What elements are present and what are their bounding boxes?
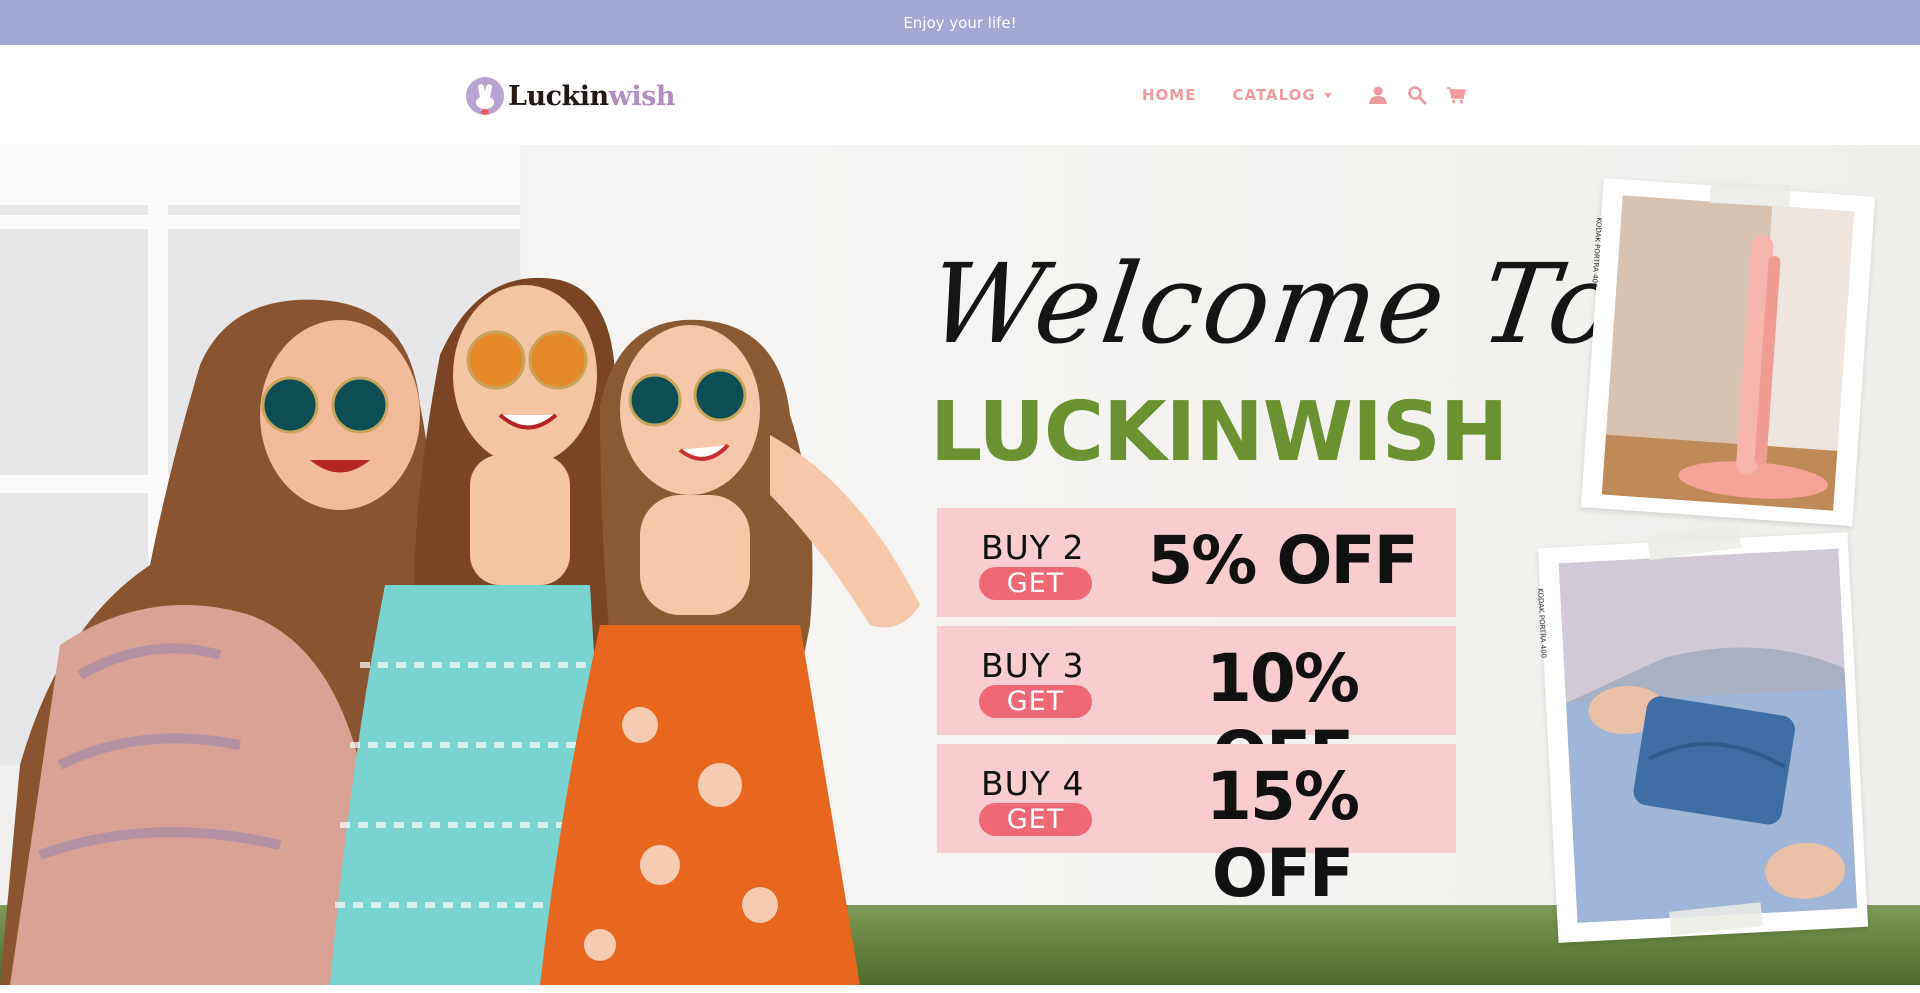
bunny-logo-icon — [466, 77, 504, 115]
nav-catalog[interactable]: CATALOG — [1232, 86, 1332, 104]
logo[interactable]: Luckinwish — [466, 76, 676, 116]
account-icon[interactable] — [1368, 85, 1388, 105]
nav-home[interactable]: HOME — [1142, 86, 1196, 104]
wallet-image — [1558, 548, 1858, 923]
three-women-photo — [0, 277, 920, 985]
offer-buy-2: BUY 2 GET 5% OFF — [937, 508, 1456, 617]
offer-get-pill: GET — [979, 803, 1092, 836]
search-icon[interactable] — [1407, 85, 1427, 105]
logo-text-suffix: wish — [608, 80, 676, 112]
tape — [1709, 180, 1791, 208]
offer-buy-label: BUY 3 — [981, 646, 1085, 685]
offer-buy-label: BUY 2 — [981, 528, 1085, 567]
main-nav: HOME CATALOG — [1142, 85, 1485, 105]
offer-buy-4: BUY 4 GET 15% OFF — [937, 744, 1456, 912]
offer-get-pill: GET — [979, 685, 1092, 718]
offer-buy-3: BUY 3 GET 10% OFF — [937, 626, 1456, 794]
polaroid-wallet: KODAK PORTRA 400 — [1535, 532, 1869, 943]
polaroid-hair-straightener: KODAK PORTRA 400 — [1580, 177, 1876, 527]
announcement-bar: Enjoy your life! — [0, 0, 1920, 45]
cart-icon[interactable] — [1446, 85, 1466, 105]
nav-catalog-label: CATALOG — [1232, 86, 1316, 104]
hair-straightener-image — [1601, 195, 1855, 511]
welcome-heading: Welcome To — [921, 240, 1627, 368]
announcement-text: Enjoy your life! — [903, 13, 1017, 32]
offer-buy-label: BUY 4 — [981, 764, 1085, 803]
offer-discount: 5% OFF — [1147, 522, 1418, 599]
site-header: Luckinwish HOME CATALOG — [0, 45, 1920, 145]
logo-text-prefix: Luckin — [508, 80, 609, 112]
film-label: KODAK PORTRA 400 — [1535, 588, 1548, 659]
hero-banner[interactable]: Welcome To LUCKINWISH BUY 2 GET 5% OFF B… — [0, 145, 1920, 985]
logo-text: Luckinwish — [508, 80, 676, 112]
brand-heading: LUCKINWISH — [930, 385, 1508, 480]
chevron-down-icon — [1323, 92, 1332, 98]
film-label: KODAK PORTRA 400 — [1590, 217, 1604, 288]
offer-get-pill: GET — [979, 567, 1092, 600]
offer-discount: 15% OFF — [1206, 758, 1360, 912]
nav-home-label: HOME — [1142, 86, 1197, 104]
